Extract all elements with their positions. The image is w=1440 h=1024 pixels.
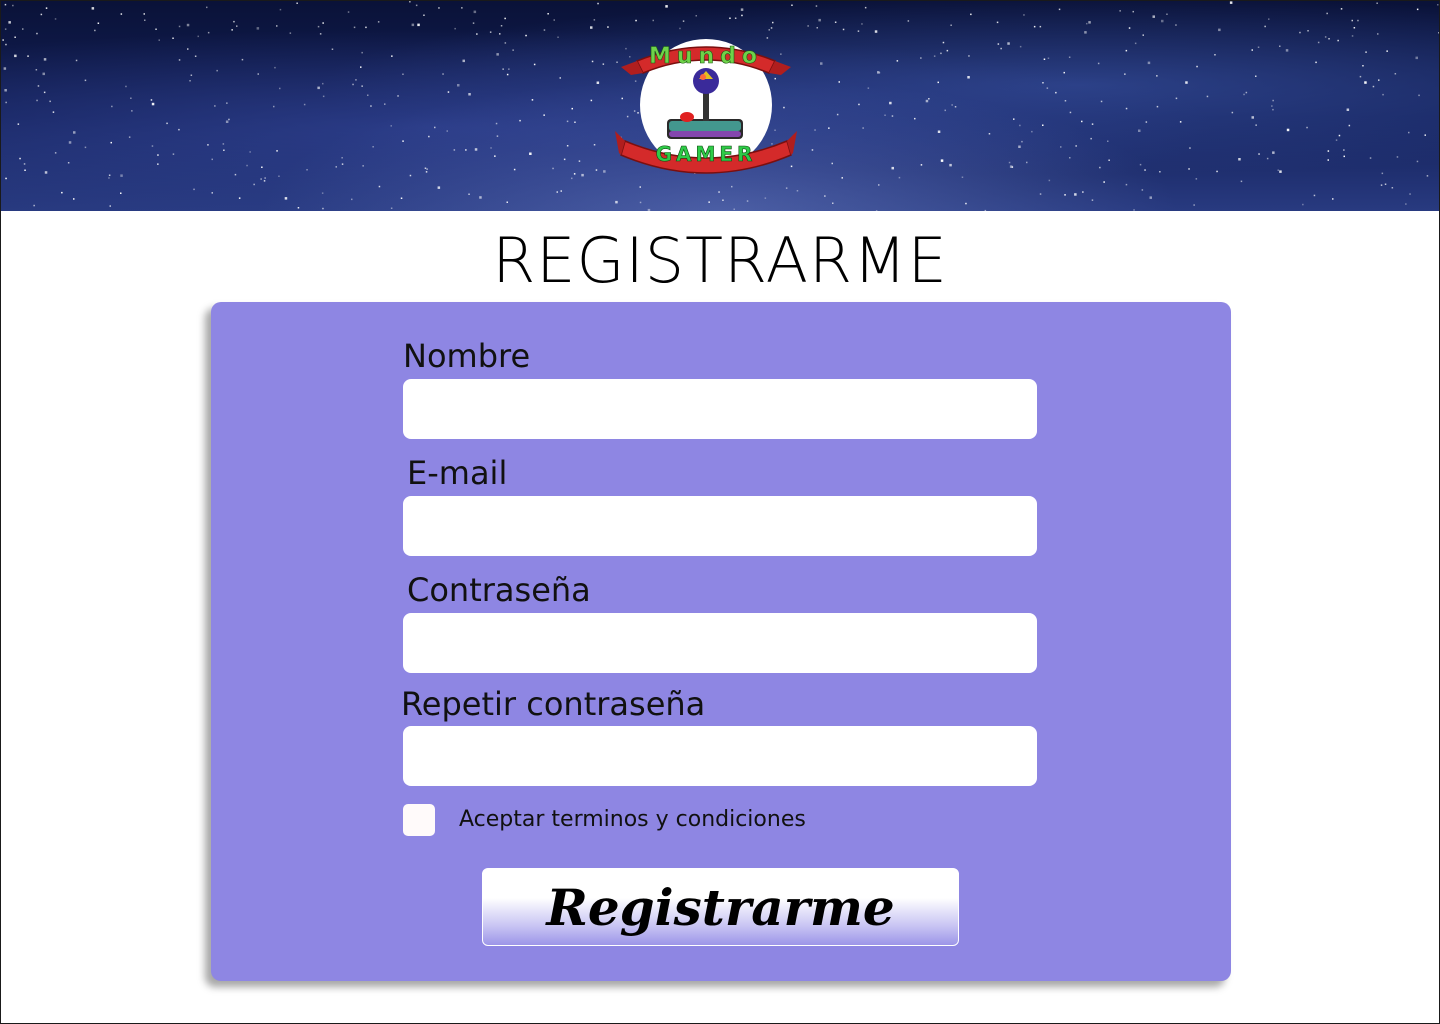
page-title: REGISTRARME [492,224,948,297]
email-label: E-mail [407,454,508,492]
repeat-password-input[interactable] [403,726,1037,786]
mundo-gamer-logo[interactable]: Mundo GAMER [615,35,797,175]
nombre-input[interactable] [403,379,1037,439]
terms-label[interactable]: Aceptar terminos y condiciones [459,804,806,836]
logo-top-text: Mundo [649,44,763,69]
header-banner: Mundo GAMER [1,1,1439,211]
terms-checkbox[interactable] [403,804,435,836]
repeat-password-label: Repetir contraseña [401,685,706,723]
logo-bottom-text: GAMER [656,142,757,166]
register-button[interactable]: Registrarme [482,868,959,946]
password-input[interactable] [403,613,1037,673]
nombre-label: Nombre [403,337,531,375]
email-input[interactable] [403,496,1037,556]
register-form: Nombre E-mail Contraseña Repetir contras… [211,302,1231,981]
register-page: Mundo GAMER REGISTRARME Nombre E-mail Co… [0,0,1440,1024]
password-label: Contraseña [407,571,591,609]
